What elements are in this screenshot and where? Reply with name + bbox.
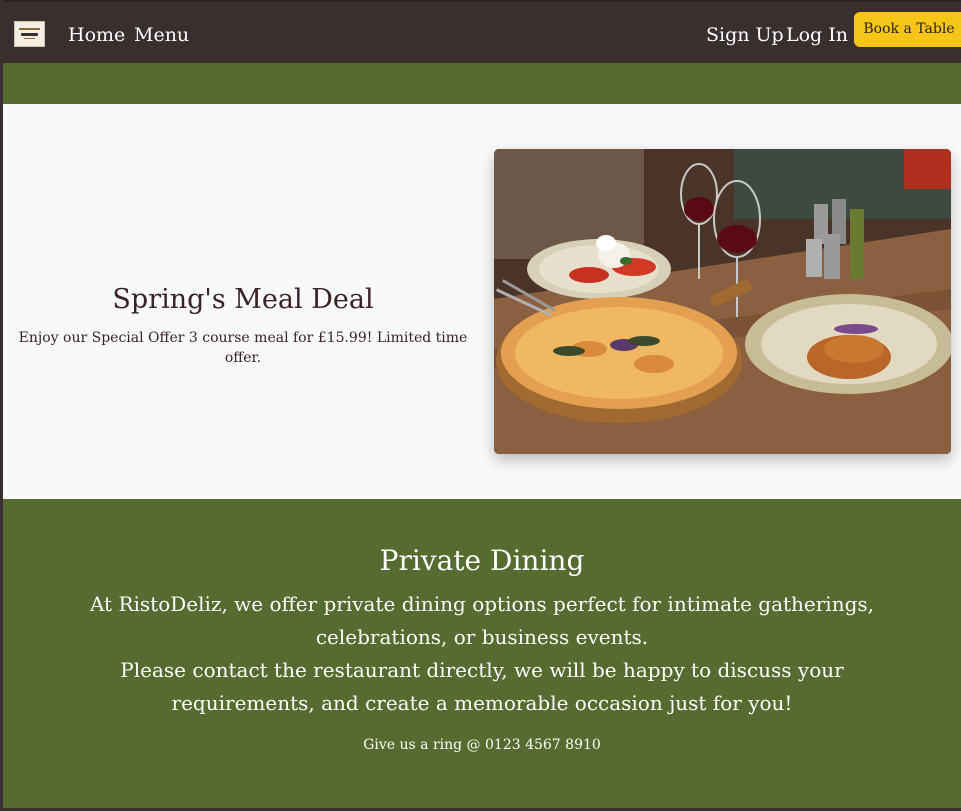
book-a-table-button[interactable]: Book a Table <box>854 12 961 47</box>
nav-menu-link[interactable]: Menu <box>134 22 189 48</box>
meal-deal-text: Enjoy our Special Offer 3 course meal fo… <box>18 330 468 366</box>
page: Home Menu Sign Up Log In Book a Table Sp… <box>0 0 961 811</box>
phone-number-text: Give us a ring @ 0123 4567 8910 <box>363 737 601 753</box>
restaurant-logo[interactable] <box>14 21 45 47</box>
private-dining-section: Private Dining At RistoDeliz, we offer p… <box>3 499 961 808</box>
header-band <box>3 63 961 104</box>
meal-deal-title: Spring's Meal Deal <box>112 284 374 315</box>
meal-deal-section: Spring's Meal Deal Enjoy our Special Off… <box>3 104 961 499</box>
private-dining-paragraph: At RistoDeliz, we offer private dining o… <box>89 592 875 649</box>
nav-log-in-link[interactable]: Log In <box>786 22 848 48</box>
private-dining-title: Private Dining <box>379 544 585 577</box>
navbar: Home Menu Sign Up Log In Book a Table <box>3 0 961 63</box>
nav-sign-up-link[interactable]: Sign Up <box>706 22 784 48</box>
pizza-and-pasta-photo <box>494 149 951 454</box>
private-dining-contact-paragraph: Please contact the restaurant directly, … <box>120 658 844 715</box>
nav-home-link[interactable]: Home <box>68 22 125 48</box>
